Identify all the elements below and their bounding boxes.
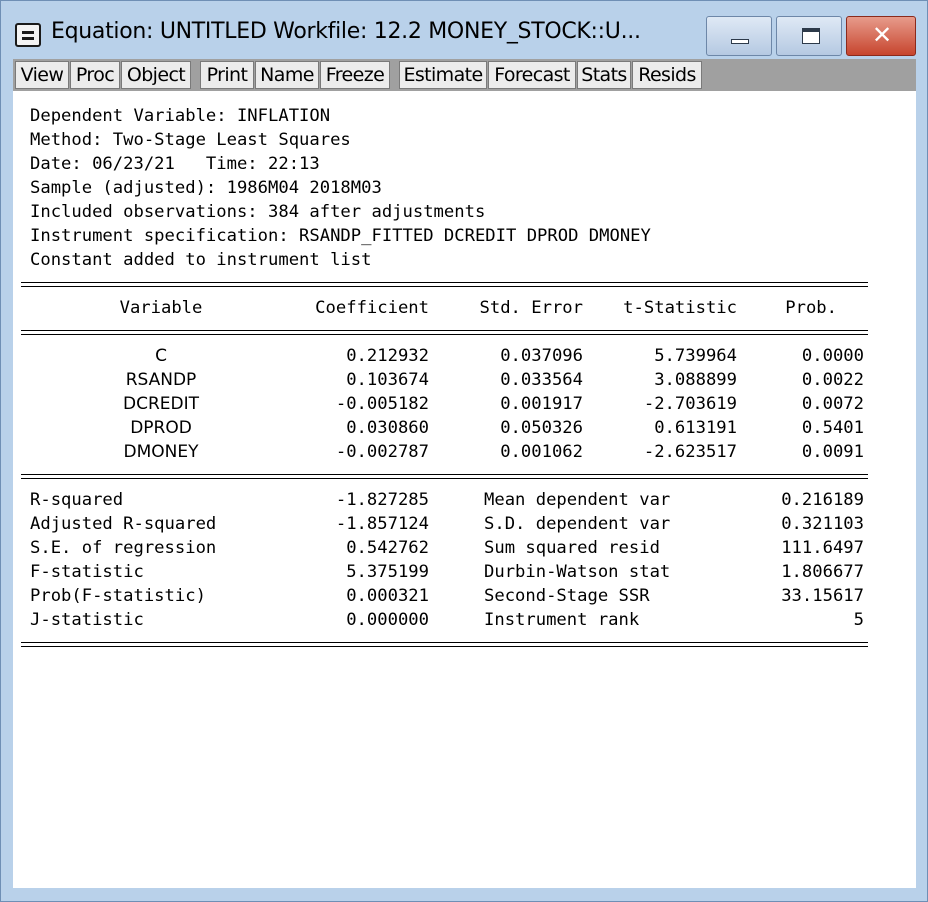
table-rule [21, 286, 868, 287]
t-statistic-value: 5.739964 [654, 346, 737, 366]
variable-name: C [155, 346, 167, 366]
stat-value: 0.000321 [346, 586, 429, 606]
t-statistic-value: 3.088899 [654, 370, 737, 390]
prob-value: 0.5401 [801, 418, 864, 438]
estimate-button[interactable]: Estimate [399, 61, 487, 89]
prob-value: 0.0000 [801, 346, 864, 366]
std-error-value: 0.001917 [500, 394, 583, 414]
stat-label: Prob(F-statistic) [30, 586, 206, 606]
dependent-variable-line: Dependent Variable: INFLATION [30, 106, 331, 126]
stat-label: F-statistic [30, 562, 144, 582]
std-error-value: 0.050326 [500, 418, 583, 438]
table-rule [21, 642, 868, 643]
stat-value: 111.6497 [781, 538, 864, 558]
table-rule [21, 646, 868, 647]
t-statistic-value: -2.623517 [643, 442, 737, 462]
column-header-prob: Prob. [785, 298, 837, 318]
stat-label: J-statistic [30, 610, 144, 630]
close-button[interactable]: ✕ [846, 16, 916, 56]
coefficient-value: 0.103674 [346, 370, 429, 390]
maximize-button[interactable] [776, 16, 842, 56]
instrument-line: Instrument specification: RSANDP_FITTED … [30, 226, 651, 246]
stats-button[interactable]: Stats [577, 61, 631, 89]
method-line: Method: Two-Stage Least Squares [30, 130, 351, 150]
forecast-button[interactable]: Forecast [488, 61, 576, 89]
table-rule [21, 282, 868, 283]
std-error-value: 0.033564 [500, 370, 583, 390]
equation-window: Equation: UNTITLED Workfile: 12.2 MONEY_… [0, 0, 928, 902]
stat-value: 0.216189 [781, 490, 864, 510]
resids-button[interactable]: Resids [632, 61, 702, 89]
table-rule [21, 334, 868, 335]
equation-window-icon[interactable] [15, 23, 41, 47]
stat-value: 0.542762 [346, 538, 429, 558]
proc-button[interactable]: Proc [70, 61, 120, 89]
freeze-button[interactable]: Freeze [320, 61, 390, 89]
std-error-value: 0.001062 [500, 442, 583, 462]
name-button[interactable]: Name [255, 61, 319, 89]
coefficient-value: 0.212932 [346, 346, 429, 366]
object-button[interactable]: Object [121, 61, 191, 89]
table-rule [21, 474, 868, 475]
stat-value: 0.000000 [346, 610, 429, 630]
column-header-coefficient: Coefficient [315, 298, 429, 318]
column-header-t-statistic: t-Statistic [623, 298, 737, 318]
stat-label: Instrument rank [484, 610, 640, 630]
stat-label: Second-Stage SSR [484, 586, 650, 606]
stat-value: 5.375199 [346, 562, 429, 582]
table-rule [21, 478, 868, 479]
t-statistic-value: 0.613191 [654, 418, 737, 438]
stat-label: S.D. dependent var [484, 514, 671, 534]
stat-value: 0.321103 [781, 514, 864, 534]
maximize-icon [802, 28, 820, 44]
print-button[interactable]: Print [200, 61, 254, 89]
output-area[interactable]: Dependent Variable: INFLATION Method: Tw… [13, 91, 916, 888]
column-header-variable: Variable [119, 298, 203, 318]
variable-name: DMONEY [123, 442, 199, 462]
stat-value: 5 [853, 610, 864, 630]
window-title: Equation: UNTITLED Workfile: 12.2 MONEY_… [51, 19, 641, 44]
column-header-std-error: Std. Error [479, 298, 583, 318]
toolbar: View Proc Object Print Name Freeze Estim… [13, 59, 916, 91]
stat-label: R-squared [30, 490, 124, 510]
constant-line: Constant added to instrument list [30, 250, 372, 270]
stat-label: S.E. of regression [30, 538, 217, 558]
view-button[interactable]: View [15, 61, 69, 89]
coefficient-value: -0.005182 [335, 394, 429, 414]
prob-value: 0.0022 [801, 370, 864, 390]
stat-value: 33.15617 [781, 586, 864, 606]
stat-label: Sum squared resid [484, 538, 660, 558]
coefficient-value: 0.030860 [346, 418, 429, 438]
date-line: Date: 06/23/21 Time: 22:13 [30, 154, 320, 174]
observations-line: Included observations: 384 after adjustm… [30, 202, 486, 222]
minimize-icon [731, 39, 749, 44]
minimize-button[interactable] [706, 16, 772, 56]
t-statistic-value: -2.703619 [643, 394, 737, 414]
stat-value: -1.827285 [335, 490, 429, 510]
variable-name: RSANDP [125, 370, 197, 390]
sample-line: Sample (adjusted): 1986M04 2018M03 [30, 178, 382, 198]
prob-value: 0.0091 [801, 442, 864, 462]
stat-value: 1.806677 [781, 562, 864, 582]
variable-name: DPROD [130, 418, 192, 438]
stat-label: Adjusted R-squared [30, 514, 217, 534]
stat-label: Durbin-Watson stat [484, 562, 671, 582]
std-error-value: 0.037096 [500, 346, 583, 366]
stat-value: -1.857124 [335, 514, 429, 534]
variable-name: DCREDIT [122, 394, 199, 414]
table-rule [21, 330, 868, 331]
stat-label: Mean dependent var [484, 490, 671, 510]
coefficient-value: -0.002787 [335, 442, 429, 462]
title-bar[interactable]: Equation: UNTITLED Workfile: 12.2 MONEY_… [1, 1, 927, 59]
close-icon: ✕ [871, 21, 893, 49]
prob-value: 0.0072 [801, 394, 864, 414]
